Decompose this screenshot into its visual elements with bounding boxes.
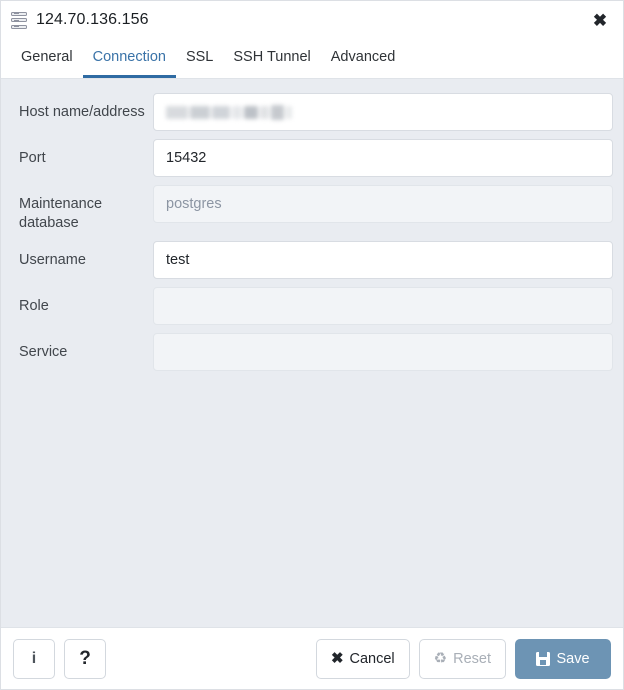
footer-right-actions: ✖ Cancel ♻ Reset Save <box>315 638 611 679</box>
form-row-maintenance-database: Maintenance database postgres <box>11 185 613 233</box>
connection-form: Host name/address Port 15432 Maintenance… <box>1 79 623 627</box>
dialog-title: 124.70.136.156 <box>36 11 149 28</box>
form-row-username: Username test <box>11 241 613 280</box>
form-row-host: Host name/address <box>11 93 613 131</box>
dialog-tabbar: General Connection SSL SSH Tunnel Advanc… <box>1 39 623 79</box>
tab-ssh-tunnel[interactable]: SSH Tunnel <box>223 39 320 78</box>
label-username: Username <box>19 252 86 269</box>
label-role: Role <box>19 298 49 315</box>
server-stack-icon <box>11 11 27 29</box>
input-maintenance-database[interactable]: postgres <box>153 185 613 223</box>
tab-general[interactable]: General <box>11 39 83 78</box>
info-icon-button[interactable]: i <box>13 638 55 679</box>
input-service[interactable] <box>153 333 613 372</box>
help-icon-button[interactable]: ? <box>64 638 106 679</box>
tab-connection[interactable]: Connection <box>82 39 176 78</box>
dialog-footer: i ? ✖ Cancel ♻ Reset Save <box>1 627 623 689</box>
input-role[interactable] <box>153 287 613 326</box>
cancel-button[interactable]: ✖ Cancel <box>315 638 410 679</box>
recycle-icon: ♻ <box>433 650 448 667</box>
form-row-role: Role <box>11 287 613 326</box>
label-port: Port <box>19 150 46 166</box>
reset-button[interactable]: ♻ Reset <box>418 638 506 679</box>
form-row-port: Port 15432 <box>11 139 613 177</box>
label-host-name-address: Host name/address <box>19 104 145 120</box>
redacted-host-value <box>166 104 292 120</box>
save-button[interactable]: Save <box>515 638 611 679</box>
cancel-button-label: Cancel <box>349 650 395 667</box>
floppy-disk-icon <box>536 651 551 666</box>
input-port[interactable]: 15432 <box>153 139 613 177</box>
label-maintenance-database: Maintenance database <box>19 196 103 232</box>
connection-dialog: 124.70.136.156 ✖ General Connection SSL … <box>0 0 624 690</box>
tab-advanced[interactable]: Advanced <box>321 39 406 78</box>
save-button-label: Save <box>556 650 590 667</box>
input-username[interactable]: test <box>153 241 613 280</box>
reset-button-label: Reset <box>453 650 491 667</box>
close-x-icon: ✖ <box>330 650 344 667</box>
form-row-service: Service <box>11 333 613 372</box>
tab-ssl[interactable]: SSL <box>176 39 223 78</box>
input-host-name-address[interactable] <box>153 93 613 131</box>
footer-left-actions: i ? <box>13 638 106 679</box>
dialog-titlebar: 124.70.136.156 ✖ <box>1 1 623 39</box>
maintenance-database-placeholder: postgres <box>166 196 222 212</box>
label-service: Service <box>19 344 68 361</box>
close-icon[interactable]: ✖ <box>589 9 611 31</box>
